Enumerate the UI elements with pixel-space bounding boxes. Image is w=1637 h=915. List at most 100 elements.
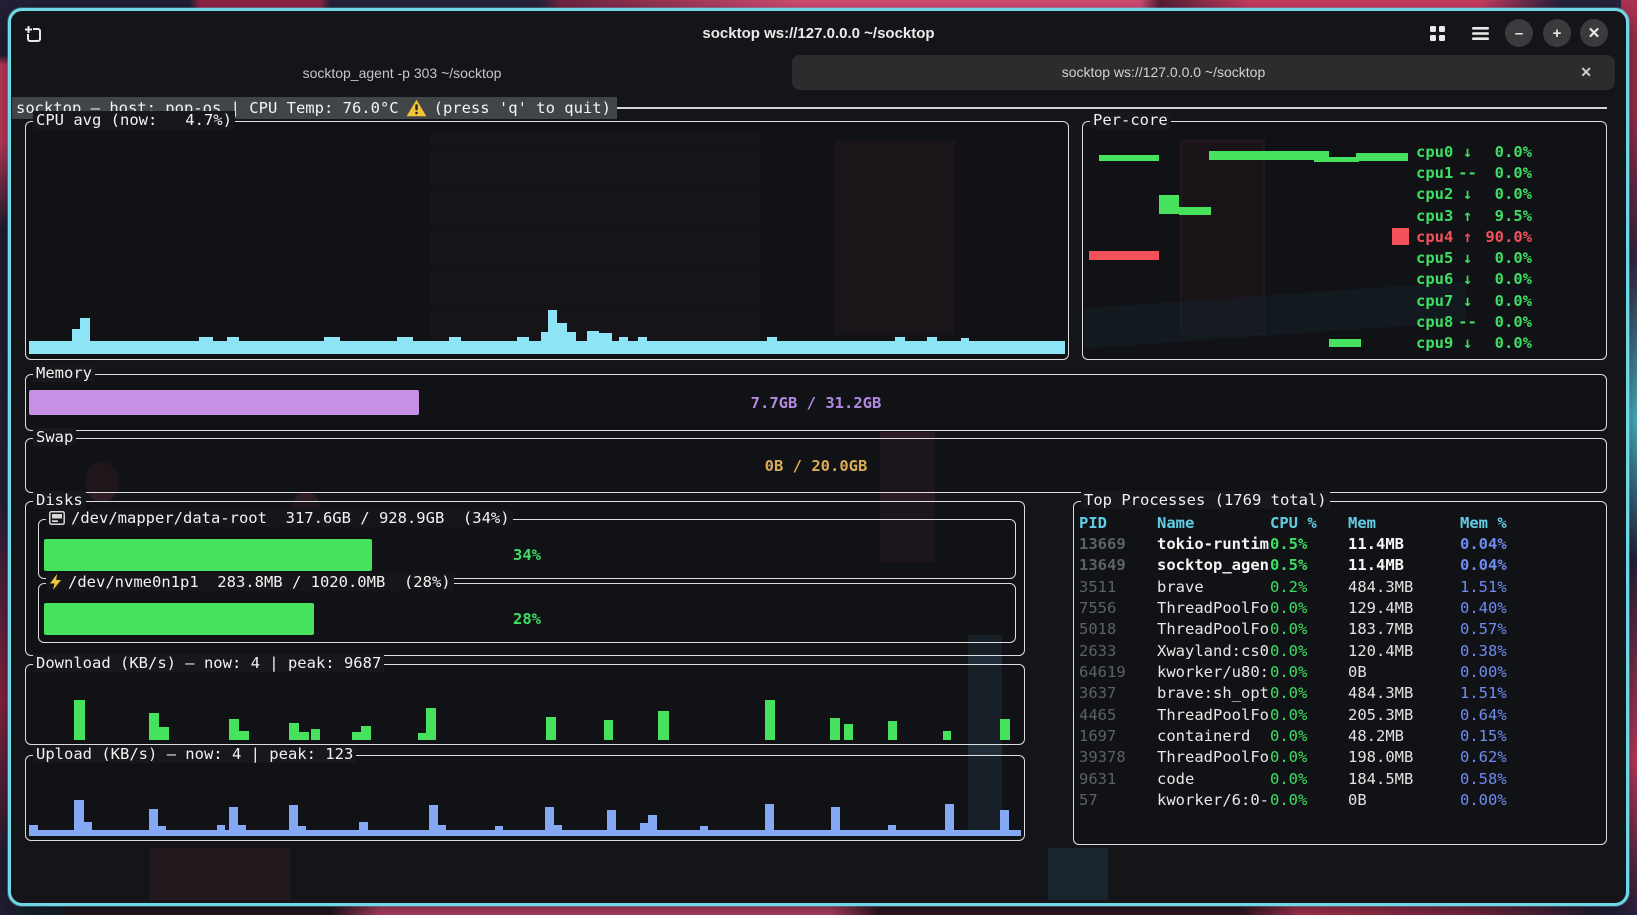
process-cell: containerd xyxy=(1157,727,1270,745)
core-cname: cpu2 xyxy=(1416,185,1454,203)
spark-bar xyxy=(961,338,969,354)
process-cell: 0.62% xyxy=(1460,748,1601,766)
process-cell: ThreadPoolFo xyxy=(1157,748,1270,766)
header-quit-hint: (press 'q' to quit) xyxy=(434,99,611,117)
process-cell: 1697 xyxy=(1079,727,1157,745)
download-sparkline xyxy=(29,681,1021,740)
process-cell: 39378 xyxy=(1079,748,1157,766)
process-cell: 484.3MB xyxy=(1348,578,1460,596)
close-button[interactable]: ✕ xyxy=(1580,19,1608,47)
spark-bar xyxy=(548,310,557,354)
spark-bar xyxy=(74,700,85,740)
core-trace-segment xyxy=(1089,251,1159,260)
swap-usage-label: 0B / 20.0GB xyxy=(26,439,1606,492)
column-header: PID xyxy=(1079,514,1157,532)
process-cell: 0B xyxy=(1348,663,1460,681)
process-row: 39378ThreadPoolFo0.0%198.0MB0.62% xyxy=(1079,747,1601,768)
process-row: 9631code0.0%184.5MB0.58% xyxy=(1079,768,1601,789)
core-carr: ↓ xyxy=(1454,270,1481,288)
disk-gauge: 34% xyxy=(44,539,1010,571)
core-row: cpu6↓0.0% xyxy=(1416,269,1532,290)
spark-bar xyxy=(888,825,896,836)
process-cell: 4465 xyxy=(1079,706,1157,724)
column-header: Mem % xyxy=(1460,514,1601,532)
spark-bar xyxy=(830,718,840,740)
process-cell: 1.51% xyxy=(1460,684,1601,702)
spark-bar xyxy=(517,337,529,354)
spark-bar xyxy=(199,337,213,354)
swap-panel: Swap 0B / 20.0GB xyxy=(25,438,1607,493)
grid-icon xyxy=(1430,26,1445,41)
process-cell: 9631 xyxy=(1079,770,1157,788)
process-cell: 0.0% xyxy=(1270,727,1348,745)
process-table-header: PIDNameCPU %MemMem % xyxy=(1079,512,1601,533)
process-cell: ThreadPoolFo xyxy=(1157,620,1270,638)
core-row: cpu5↓0.0% xyxy=(1416,247,1532,268)
tab-socktop-client[interactable]: socktop ws://127.0.0.0 ~/socktop ✕ xyxy=(792,55,1615,90)
process-cell: kworker/u80: xyxy=(1157,663,1270,681)
spark-bar xyxy=(74,800,84,836)
process-cell: 3511 xyxy=(1079,578,1157,596)
process-cell: 11.4MB xyxy=(1348,556,1460,574)
spark-bar xyxy=(429,805,438,836)
process-cell: 13649 xyxy=(1079,556,1157,574)
maximize-button[interactable]: + xyxy=(1543,19,1571,47)
spark-bar xyxy=(638,337,647,354)
spark-bar xyxy=(361,726,371,740)
hard-drive-icon xyxy=(49,511,65,525)
tab-close-icon[interactable]: ✕ xyxy=(1580,55,1592,90)
process-cell: 48.2MB xyxy=(1348,727,1460,745)
tab-socktop-agent[interactable]: socktop_agent -p 303 ~/socktop xyxy=(12,56,792,90)
process-cell: 0.00% xyxy=(1460,663,1601,681)
disk-percent-label: 28% xyxy=(44,603,1010,635)
spark-bar xyxy=(844,724,853,740)
spark-bar xyxy=(765,804,774,836)
disk-data-root: /dev/mapper/data-root 317.6GB / 928.9GB … xyxy=(38,519,1016,579)
spark-bar xyxy=(546,717,556,740)
process-cell: 0.0% xyxy=(1270,620,1348,638)
core-cname: cpu8 xyxy=(1416,313,1454,331)
minimize-button[interactable]: – xyxy=(1505,19,1533,47)
spark-bar xyxy=(1000,810,1009,836)
core-row: cpu7↓0.0% xyxy=(1416,290,1532,311)
process-cell: kworker/6:0- xyxy=(1157,791,1270,809)
process-cell: 0.04% xyxy=(1460,556,1601,574)
spark-bar xyxy=(495,826,503,836)
process-cell: 64619 xyxy=(1079,663,1157,681)
disks-title: Disks xyxy=(33,491,86,509)
process-cell: 0.00% xyxy=(1460,791,1601,809)
process-table: PIDNameCPU %MemMem % 13669tokio-runtim0.… xyxy=(1079,512,1601,811)
core-cval: 90.0% xyxy=(1481,228,1532,246)
tab-overview-button[interactable] xyxy=(1423,19,1451,47)
spark-bar xyxy=(658,711,669,740)
spark-bar xyxy=(1000,719,1010,740)
disk-nvme: /dev/nvme0n1p1 283.8MB / 1020.0MB (28%) … xyxy=(38,583,1016,643)
disk-percent-label: 34% xyxy=(44,539,1010,571)
core-row: cpu1--0.0% xyxy=(1416,162,1532,183)
process-cell: 0.5% xyxy=(1270,556,1348,574)
process-row: 7556ThreadPoolFo0.0%129.4MB0.40% xyxy=(1079,597,1601,618)
core-row: cpu9↓0.0% xyxy=(1416,333,1532,354)
cpu-avg-sparkline xyxy=(29,138,1065,354)
spark-bar xyxy=(765,700,775,740)
column-header: CPU % xyxy=(1270,514,1348,532)
core-cval: 0.0% xyxy=(1481,143,1532,161)
spark-bar xyxy=(72,329,80,354)
core-cval: 9.5% xyxy=(1481,207,1532,225)
menu-button[interactable] xyxy=(1466,19,1494,47)
process-row: 5018ThreadPoolFo0.0%183.7MB0.57% xyxy=(1079,619,1601,640)
process-cell: 0.04% xyxy=(1460,535,1601,553)
column-header: Name xyxy=(1157,514,1270,532)
app-header: socktop — host: pop-os | CPU Temp: 76.0°… xyxy=(12,97,1607,119)
processes-title: Top Processes (1769 total) xyxy=(1081,491,1330,509)
process-cell: 0.2% xyxy=(1270,578,1348,596)
spark-bar xyxy=(426,708,436,740)
spark-bar xyxy=(619,337,628,354)
process-cell: 0.57% xyxy=(1460,620,1601,638)
process-cell: 1.51% xyxy=(1460,578,1601,596)
cpu-hot-marker xyxy=(1392,228,1409,245)
spark-bar xyxy=(299,732,309,740)
process-cell: brave:sh_opt xyxy=(1157,684,1270,702)
process-row: 4465ThreadPoolFo0.0%205.3MB0.64% xyxy=(1079,704,1601,725)
process-cell: ThreadPoolFo xyxy=(1157,599,1270,617)
